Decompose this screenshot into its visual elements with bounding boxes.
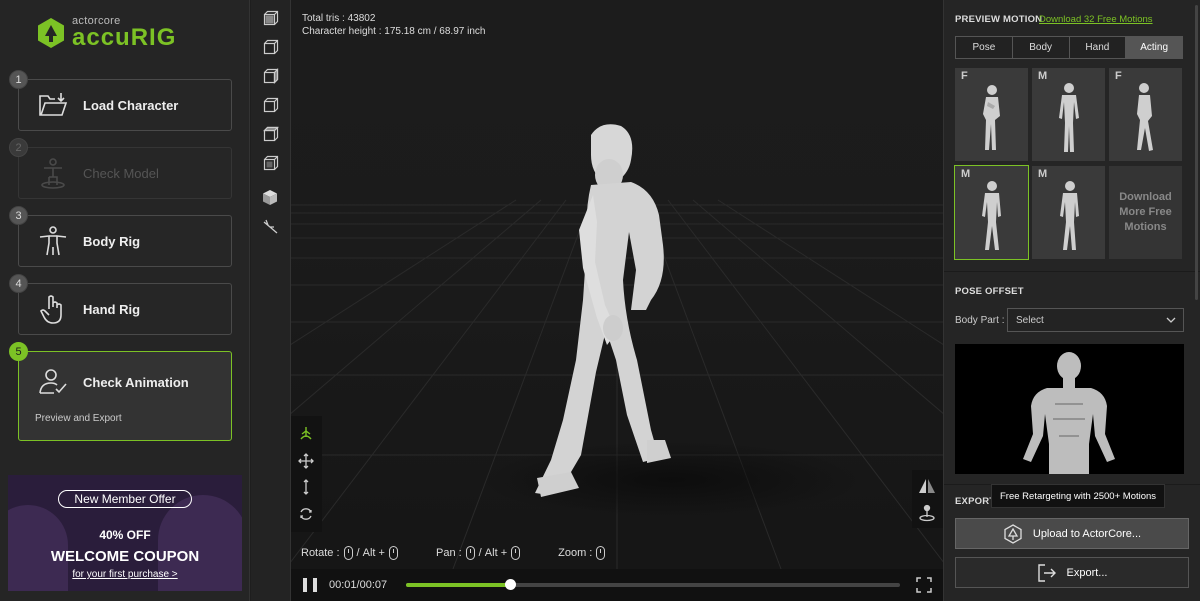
step-sublabel: Preview and Export	[35, 413, 122, 424]
3d-viewport[interactable]: Total tris : 43802 Character height : 17…	[291, 0, 943, 601]
chevron-down-icon	[1166, 317, 1176, 323]
mouse-wheel-icon	[596, 546, 606, 560]
promo-coupon: WELCOME COUPON	[50, 548, 200, 565]
mouse-right-icon	[511, 546, 521, 560]
promo-banner[interactable]: New Member Offer 40% OFF WELCOME COUPON …	[8, 475, 242, 591]
step-body-rig[interactable]: 3 Body Rig	[9, 206, 232, 267]
vertical-move-icon[interactable]	[297, 478, 315, 496]
step-label: Check Model	[83, 165, 159, 181]
cube-left-view-icon[interactable]	[261, 66, 281, 86]
pivot-tool-icon[interactable]	[297, 424, 315, 442]
bone-display-icon[interactable]	[261, 217, 281, 237]
ground-grid	[291, 0, 943, 601]
step-check-model: 2 Check Model	[9, 138, 232, 199]
step-number: 1	[9, 70, 28, 89]
export-icon	[1037, 563, 1057, 583]
step-number: 5	[9, 342, 28, 361]
download-motions-link[interactable]: Download 32 Free Motions	[1039, 14, 1153, 25]
logo-big-text: accuRIG	[72, 24, 177, 51]
app-logo: actorcore accuRIG	[36, 16, 176, 50]
panel-scrollbar[interactable]	[1195, 5, 1198, 300]
workflow-panel: actorcore accuRIG 1 Load Character 2 Che…	[0, 0, 250, 601]
motion-tabs: Pose Body Hand Acting	[955, 36, 1183, 59]
step-load-character[interactable]: 1 Load Character	[9, 70, 232, 131]
tab-body[interactable]: Body	[1012, 37, 1070, 58]
pan-hint: Pan : / Alt +	[436, 546, 524, 560]
hand-rig-icon	[35, 291, 71, 327]
cube-bottom-view-icon[interactable]	[261, 153, 281, 173]
preview-motion-title: PREVIEW MOTION	[955, 14, 1043, 25]
solid-cube-icon[interactable]	[261, 188, 281, 208]
pause-icon[interactable]	[303, 578, 317, 592]
tab-acting[interactable]: Acting	[1126, 37, 1182, 58]
body-rig-icon	[35, 223, 71, 259]
step-label: Check Animation	[83, 375, 189, 390]
cube-front-view-icon[interactable]	[261, 8, 281, 28]
motion-thumb[interactable]: F	[1109, 68, 1182, 161]
motion-thumb[interactable]: M	[1032, 68, 1105, 161]
mouse-left-icon	[388, 546, 398, 560]
motion-thumb-selected[interactable]: M	[954, 165, 1029, 260]
cube-top-view-icon[interactable]	[261, 124, 281, 144]
pose-offset-title: POSE OFFSET	[955, 286, 1024, 297]
fullscreen-icon[interactable]	[916, 577, 932, 593]
tab-pose[interactable]: Pose	[956, 37, 1013, 58]
export-title: EXPORT	[955, 496, 996, 507]
move-tool-icon[interactable]	[297, 452, 315, 470]
mirror-icon[interactable]	[918, 478, 936, 499]
tab-hand[interactable]: Hand	[1069, 37, 1127, 58]
mouse-left-icon	[343, 546, 353, 560]
character-height: Character height : 175.18 cm / 68.97 inc…	[302, 26, 486, 37]
step-hand-rig[interactable]: 4 Hand Rig	[9, 274, 232, 335]
check-model-icon	[35, 155, 71, 191]
view-toolbar-right	[912, 470, 943, 528]
export-button[interactable]: Export...	[955, 557, 1189, 588]
body-part-label: Body Part :	[955, 315, 1005, 326]
step-check-animation[interactable]: 5 Check Animation Preview and Export	[9, 342, 232, 441]
rotate-hint: Rotate : / Alt +	[301, 546, 402, 560]
right-panel: PREVIEW MOTION Download 32 Free Motions …	[943, 0, 1200, 601]
promo-percent: 40% OFF	[99, 528, 151, 542]
step-label: Hand Rig	[83, 301, 141, 317]
promo-link[interactable]: for your first purchase >	[8, 569, 242, 580]
timeline-handle[interactable]	[504, 579, 516, 590]
accurig-logo-icon	[38, 18, 64, 48]
download-more-motions[interactable]: Download More Free Motions	[1109, 166, 1182, 259]
motion-thumb[interactable]: M	[1032, 166, 1105, 259]
scene-info: Total tris : 43802 Character height : 17…	[302, 12, 485, 38]
step-number: 2	[9, 138, 28, 157]
promo-offer-pill: New Member Offer	[58, 490, 192, 508]
step-number: 4	[9, 274, 28, 293]
cube-back-view-icon[interactable]	[261, 37, 281, 57]
timeline-slider[interactable]	[406, 579, 900, 590]
rotate-tool-icon[interactable]	[297, 505, 315, 523]
animation-timeline: 00:01/00:07	[291, 569, 943, 601]
tooltip: Free Retargeting with 2500+ Motions	[991, 484, 1166, 508]
actorcore-upload-icon	[1003, 523, 1023, 544]
upload-actorcore-button[interactable]: Upload to ActorCore...	[955, 518, 1189, 549]
mouse-middle-icon	[465, 546, 475, 560]
folder-load-icon	[35, 87, 71, 123]
timeline-progress	[406, 583, 510, 587]
total-tris: Total tris : 43802	[302, 13, 376, 24]
transform-toolbar	[291, 416, 322, 532]
check-animation-icon	[35, 364, 71, 400]
step-label: Load Character	[83, 97, 179, 113]
body-part-select[interactable]: Select	[1007, 308, 1184, 332]
ground-pin-icon[interactable]	[918, 504, 936, 527]
pose-preview[interactable]	[955, 344, 1184, 474]
cube-right-view-icon[interactable]	[261, 95, 281, 115]
timecode: 00:01/00:07	[329, 579, 388, 591]
step-number: 3	[9, 206, 28, 225]
zoom-hint: Zoom :	[558, 546, 609, 560]
view-toolbar	[251, 0, 291, 601]
step-label: Body Rig	[83, 233, 141, 249]
motion-thumb[interactable]: F	[955, 68, 1028, 161]
mouse-hints: Rotate : / Alt + Pan : / Alt + Zoom :	[301, 546, 643, 560]
